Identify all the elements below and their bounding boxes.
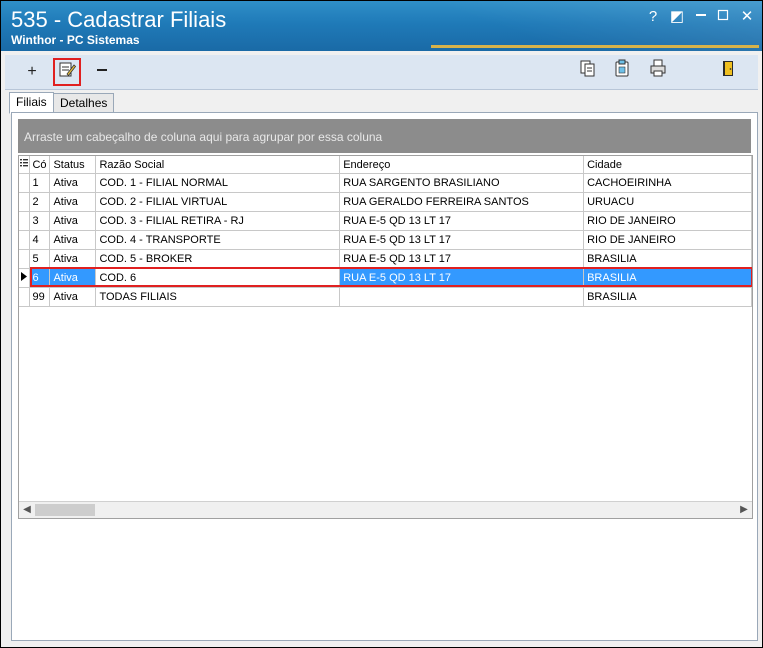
printer-icon: [650, 59, 666, 77]
title-accent-line: [431, 45, 759, 48]
cell-endereco: RUA E-5 QD 13 LT 17: [339, 249, 585, 269]
minimize-icon: [696, 14, 706, 16]
tab-detalhes[interactable]: Detalhes: [53, 93, 115, 113]
cell-codigo: 6: [29, 268, 51, 288]
filiais-table: Có Status Razão Social Endereço Cidade 1…: [19, 156, 752, 307]
cell-codigo: 3: [29, 211, 51, 231]
table-row[interactable]: 4 Ativa COD. 4 - TRANSPORTE RUA E-5 QD 1…: [19, 230, 752, 250]
remove-button[interactable]: [89, 59, 115, 85]
column-chooser[interactable]: [19, 156, 31, 174]
scrollbar-thumb[interactable]: [35, 504, 95, 516]
scroll-right-arrow-icon[interactable]: ▶: [736, 502, 752, 518]
cell-status: Ativa: [49, 230, 97, 250]
cell-cidade: BRASILIA: [583, 249, 752, 269]
cell-cidade: URUACU: [583, 192, 752, 212]
cell-razao-social: COD. 1 - FILIAL NORMAL: [95, 173, 341, 193]
cell-status: Ativa: [49, 173, 97, 193]
tab-filiais[interactable]: Filiais: [9, 92, 54, 114]
group-by-area[interactable]: Arraste um cabeçalho de coluna aqui para…: [18, 119, 751, 153]
clipboard-icon: [615, 59, 629, 77]
row-indicator: [19, 192, 31, 212]
cell-status: Ativa: [49, 249, 97, 269]
cell-codigo: 2: [29, 192, 51, 212]
cell-razao-social: COD. 2 - FILIAL VIRTUAL: [95, 192, 341, 212]
edit-button[interactable]: [53, 58, 81, 86]
cell-cidade: RIO DE JANEIRO: [583, 230, 752, 250]
cell-codigo: 1: [29, 173, 51, 193]
print-button[interactable]: [645, 59, 671, 85]
cell-razao-social: COD. 3 - FILIAL RETIRA - RJ: [95, 211, 341, 231]
cell-endereco: RUA GERALDO FERREIRA SANTOS: [339, 192, 585, 212]
close-button[interactable]: ✕: [737, 7, 757, 27]
exit-door-icon: [723, 61, 733, 76]
cell-cidade: RIO DE JANEIRO: [583, 211, 752, 231]
window-subtitle: Winthor - PC Sistemas: [11, 33, 140, 47]
column-header-razao-social[interactable]: Razão Social: [95, 156, 341, 174]
cell-razao-social[interactable]: COD. 6: [95, 268, 341, 288]
cell-status: Ativa: [49, 211, 97, 231]
row-indicator: [19, 287, 31, 307]
cell-razao-social: COD. 5 - BROKER: [95, 249, 341, 269]
cell-razao-social: TODAS FILIAIS: [95, 287, 341, 307]
column-header-codigo[interactable]: Có: [29, 156, 51, 174]
cell-status: Ativa: [49, 192, 97, 212]
copy-icon: [580, 60, 595, 77]
app-window: 535 - Cadastrar Filiais Winthor - PC Sis…: [0, 0, 763, 648]
help-button[interactable]: ?: [643, 7, 663, 27]
exit-button[interactable]: [715, 59, 741, 85]
cell-endereco: [339, 287, 585, 307]
column-header-status[interactable]: Status: [49, 156, 97, 174]
cell-status: Ativa: [49, 287, 97, 307]
column-header-cidade[interactable]: Cidade: [583, 156, 752, 174]
cell-codigo: 4: [29, 230, 51, 250]
cell-codigo: 99: [29, 287, 51, 307]
row-indicator: [19, 173, 31, 193]
copy-button[interactable]: [575, 59, 601, 85]
table-row[interactable]: 2 Ativa COD. 2 - FILIAL VIRTUAL RUA GERA…: [19, 192, 752, 212]
toolbar: +: [5, 55, 758, 90]
cell-endereco: RUA E-5 QD 13 LT 17: [339, 230, 585, 250]
cell-cidade: BRASILIA: [583, 287, 752, 307]
horizontal-scrollbar[interactable]: ◀ ▶: [19, 501, 752, 518]
table-row[interactable]: 5 Ativa COD. 5 - BROKER RUA E-5 QD 13 LT…: [19, 249, 752, 269]
table-row-selected[interactable]: 6 Ativa COD. 6 RUA E-5 QD 13 LT 17 BRASI…: [19, 268, 752, 288]
window-title: 535 - Cadastrar Filiais: [11, 7, 227, 32]
edit-record-icon: [59, 62, 77, 77]
filiais-grid: Có Status Razão Social Endereço Cidade 1…: [18, 155, 753, 519]
maximize-icon: [717, 9, 729, 21]
row-indicator: [19, 211, 31, 231]
table-row[interactable]: 1 Ativa COD. 1 - FILIAL NORMAL RUA SARGE…: [19, 173, 752, 193]
restore-button[interactable]: ◩: [667, 7, 687, 27]
cell-cidade: BRASILIA: [583, 268, 752, 288]
header-row: Có Status Razão Social Endereço Cidade: [19, 156, 752, 174]
cell-cidade: CACHOEIRINHA: [583, 173, 752, 193]
title-bar: 535 - Cadastrar Filiais Winthor - PC Sis…: [1, 1, 762, 51]
plus-icon: +: [27, 63, 37, 80]
maximize-button[interactable]: [713, 7, 733, 27]
row-indicator: [19, 230, 31, 250]
cell-endereco: RUA E-5 QD 13 LT 17: [339, 211, 585, 231]
cell-codigo: 5: [29, 249, 51, 269]
cell-endereco: RUA E-5 QD 13 LT 17: [339, 268, 585, 288]
filiais-panel: Arraste um cabeçalho de coluna aqui para…: [11, 112, 758, 641]
column-list-icon: [20, 159, 28, 167]
current-row-arrow-icon: [21, 272, 27, 281]
scroll-left-arrow-icon[interactable]: ◀: [19, 502, 35, 518]
cell-status: Ativa: [49, 268, 97, 288]
table-row[interactable]: 99 Ativa TODAS FILIAIS BRASILIA: [19, 287, 752, 307]
column-header-endereco[interactable]: Endereço: [339, 156, 585, 174]
row-indicator: [19, 249, 31, 269]
clipboard-button[interactable]: [609, 59, 635, 85]
cell-razao-social: COD. 4 - TRANSPORTE: [95, 230, 341, 250]
cell-endereco: RUA SARGENTO BRASILIANO: [339, 173, 585, 193]
row-indicator: [19, 268, 31, 288]
minus-icon: [97, 69, 107, 71]
table-row[interactable]: 3 Ativa COD. 3 - FILIAL RETIRA - RJ RUA …: [19, 211, 752, 231]
minimize-button[interactable]: [691, 7, 711, 27]
add-button[interactable]: +: [19, 59, 45, 85]
